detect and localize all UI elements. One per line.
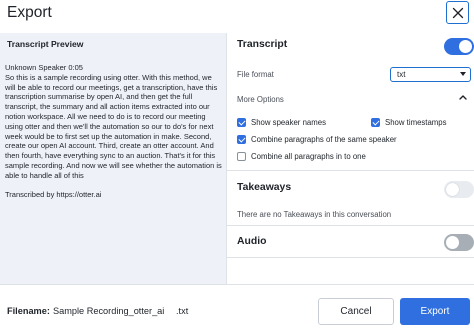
takeaways-empty-note: There are no Takeaways in this conversat… xyxy=(237,210,392,219)
toggle-knob xyxy=(446,236,459,249)
checkbox-show-timestamps[interactable] xyxy=(371,118,380,127)
toggle-knob xyxy=(459,40,472,53)
takeaways-section-title: Takeaways xyxy=(237,182,292,193)
preview-footer-line: Transcribed by https://otter.ai xyxy=(5,190,102,200)
transcript-section-title: Transcript xyxy=(237,39,288,50)
option-label: Combine paragraphs of the same speaker xyxy=(251,135,397,144)
dialog-title: Export xyxy=(7,4,52,21)
file-format-label: File format xyxy=(237,70,274,79)
close-icon xyxy=(452,7,463,18)
export-button[interactable]: Export xyxy=(400,298,470,325)
audio-toggle[interactable] xyxy=(444,234,474,251)
option-label: Show timestamps xyxy=(385,118,447,127)
chevron-down-icon xyxy=(460,72,466,76)
checkbox-combine-same-speaker[interactable] xyxy=(237,135,246,144)
preview-body: So this is a sample recording using otte… xyxy=(5,72,222,180)
option-show-timestamps[interactable]: Show timestamps xyxy=(371,118,447,127)
filename-label: Filename: xyxy=(7,306,50,316)
toggle-knob xyxy=(446,183,459,196)
divider xyxy=(227,257,474,258)
dialog-footer: Filename: Sample Recording_otter_ai .txt… xyxy=(0,284,474,329)
dialog-header: Export xyxy=(0,0,474,30)
transcript-preview-panel[interactable]: Transcript Preview Unknown Speaker 0:05 … xyxy=(0,33,226,284)
checkbox-show-speaker-names[interactable] xyxy=(237,118,246,127)
option-show-speaker-names[interactable]: Show speaker names xyxy=(237,118,326,127)
filename-extension: .txt xyxy=(176,306,189,316)
takeaways-toggle[interactable] xyxy=(444,181,474,198)
file-format-value: txt xyxy=(397,70,406,79)
close-button[interactable] xyxy=(446,1,469,24)
option-combine-same-speaker[interactable]: Combine paragraphs of the same speaker xyxy=(237,135,397,144)
preview-speaker-line: Unknown Speaker 0:05 xyxy=(5,63,83,72)
divider xyxy=(227,225,474,226)
audio-section-title: Audio xyxy=(237,236,267,247)
option-label: Combine all paragraphs in to one xyxy=(251,152,366,161)
preview-title: Transcript Preview xyxy=(7,39,84,49)
preview-text: Unknown Speaker 0:05 So this is a sample… xyxy=(5,63,223,200)
option-label: Show speaker names xyxy=(251,118,326,127)
filename-value[interactable]: Sample Recording_otter_ai xyxy=(53,306,164,316)
export-options-panel: Transcript File format txt More Options … xyxy=(226,33,474,284)
file-format-select[interactable]: txt xyxy=(390,67,471,82)
option-combine-all-paragraphs[interactable]: Combine all paragraphs in to one xyxy=(237,152,366,161)
transcript-toggle[interactable] xyxy=(444,38,474,55)
cancel-button[interactable]: Cancel xyxy=(318,298,394,325)
divider xyxy=(227,170,474,171)
checkbox-combine-all-paragraphs[interactable] xyxy=(237,152,246,161)
more-options-label[interactable]: More Options xyxy=(237,95,284,104)
chevron-up-icon[interactable] xyxy=(458,93,468,101)
